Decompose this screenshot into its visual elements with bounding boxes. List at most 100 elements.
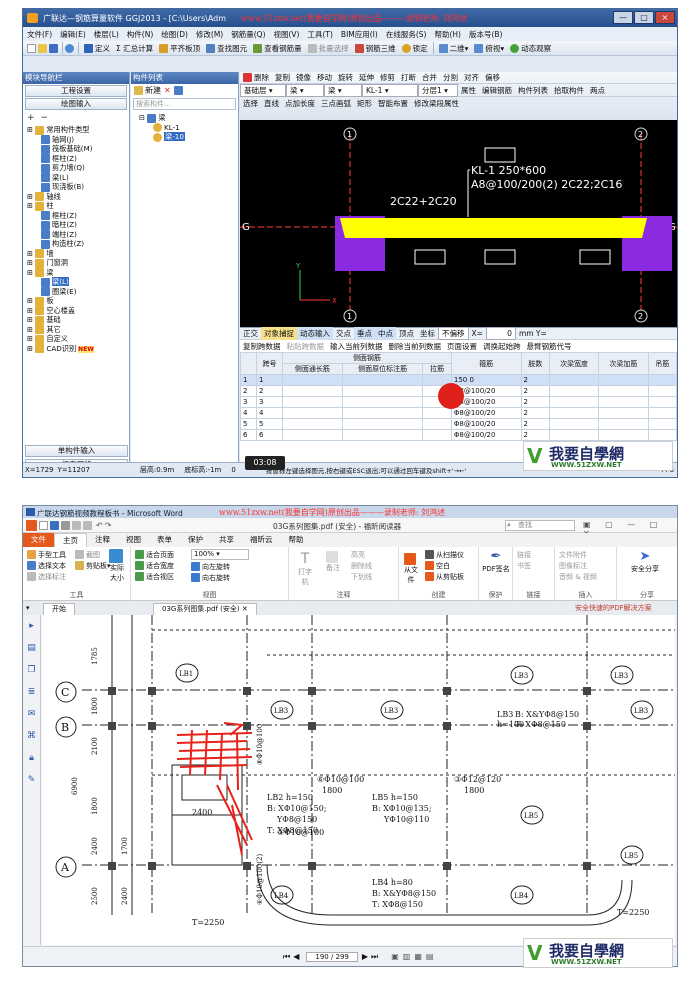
smart-layout-button[interactable]: 智能布置 [375, 97, 411, 110]
two-point-button[interactable]: 两点 [587, 84, 608, 97]
menu-edit[interactable]: 编辑(E) [60, 29, 86, 40]
table-cell[interactable] [548, 407, 600, 419]
expand-icon[interactable]: ⊞ [27, 296, 35, 305]
table-cell[interactable] [341, 385, 424, 397]
tree-folder[interactable]: ⊞ 板 [27, 296, 129, 306]
floor-select[interactable]: 基础层 ▾ [240, 83, 286, 97]
tab-menu-icon[interactable]: ▾ [26, 604, 30, 612]
tab-foxit-cloud[interactable]: 福昕云 [242, 533, 281, 547]
table-cell[interactable]: 1 [256, 374, 283, 386]
table-cell[interactable]: 2 [256, 385, 283, 397]
table-cell[interactable] [341, 374, 424, 386]
table-cell[interactable] [598, 418, 649, 430]
component-search-input[interactable]: 搜索构件... [133, 98, 236, 110]
clipboard-button[interactable]: 剪贴板 ▾ [75, 560, 111, 571]
table-cell[interactable] [598, 407, 649, 419]
expand-icon[interactable]: ⊞ [27, 344, 35, 353]
close-button[interactable]: × [655, 11, 675, 24]
expand-icon[interactable]: ⊞ [27, 315, 35, 324]
typewriter-button[interactable]: T 打字机 [295, 551, 315, 587]
nav-next-last[interactable]: ▶⏭ [362, 952, 381, 962]
tree-item[interactable]: 框柱(Z) [27, 154, 129, 163]
table-cell[interactable] [341, 418, 424, 430]
menu-draw[interactable]: 绘图(D) [161, 29, 188, 40]
tree-folder[interactable]: ⊞ 空心楼盖 [27, 306, 129, 315]
tab-comment[interactable]: 注释 [87, 533, 118, 547]
table-cell[interactable]: 6 [240, 429, 257, 441]
midpoint-snap[interactable]: 中点 [375, 327, 396, 340]
define-button[interactable]: 定义 [81, 42, 113, 55]
table-cell[interactable] [282, 396, 343, 408]
component-tree-root[interactable]: ⊟ 梁 [139, 113, 238, 123]
component-kl1[interactable]: KL-1 [139, 123, 238, 132]
tree-item[interactable]: 轴网(J) [27, 135, 129, 144]
vertex-snap[interactable]: 顶点 [396, 327, 417, 340]
comments-panel-icon[interactable]: ✉ [23, 703, 40, 725]
highlight-button[interactable]: 高亮 [351, 549, 365, 560]
swap-start-span-button[interactable]: 调换起始跨 [480, 340, 524, 353]
tree-item[interactable]: 现浇板(B) [27, 182, 129, 192]
table-row[interactable]: 5 5 Φ8@100/20 2 [240, 418, 678, 430]
table-cell[interactable]: 5 [240, 418, 257, 430]
three-point-arc-button[interactable]: 三点画弧 [318, 97, 354, 110]
table-cell[interactable] [422, 418, 452, 430]
table-cell[interactable] [598, 385, 649, 397]
merge-button[interactable]: 合并 [419, 71, 440, 84]
tree-folder[interactable]: ⊞ CAD识别 NEW [27, 344, 129, 354]
actual-size-button[interactable]: 实际大小 [107, 549, 127, 583]
table-cell[interactable]: 3 [240, 396, 257, 408]
security-banner[interactable]: 安全快速的PDF解决方案 [575, 603, 652, 613]
pages-panel-icon[interactable]: ❐ [23, 659, 40, 681]
input-column-button[interactable]: 输入当前列数据 [327, 340, 386, 353]
tree-item[interactable]: 剪力墙(Q) [27, 163, 129, 173]
table-cell[interactable]: 2 [520, 385, 550, 397]
properties-button[interactable]: 属性 [458, 84, 479, 97]
table-cell[interactable] [548, 429, 600, 441]
tree-folder[interactable]: ⊞ 柱 [27, 201, 129, 211]
cantilever-code-button[interactable]: 悬臂钢筋代号 [524, 340, 575, 353]
rebar-3d-button[interactable]: 钢筋三维 [352, 42, 399, 55]
component-beam10[interactable]: 梁-10 [139, 132, 238, 142]
table-cell[interactable]: 2 [520, 396, 550, 408]
from-file-button[interactable]: 从文件 [403, 553, 419, 585]
undo-icon[interactable]: ↶ [96, 521, 103, 530]
move-button[interactable]: 移动 [314, 71, 335, 84]
line-button[interactable]: 直线 [261, 97, 282, 110]
tab-close-icon[interactable]: ✕ [242, 605, 248, 613]
table-cell[interactable] [548, 418, 600, 430]
lock-button[interactable]: 锁定 [399, 42, 431, 55]
audio-video-button[interactable]: 音频 & 视频 [559, 571, 597, 582]
component-list-button[interactable]: 构件列表 [515, 84, 551, 97]
copy-button[interactable]: 复制 [272, 71, 293, 84]
tree-item[interactable]: 梁(L) [27, 173, 129, 182]
flush-slab-button[interactable]: 平齐板顶 [156, 42, 203, 55]
tree-item[interactable]: 筏板基础(M) [27, 144, 129, 154]
table-cell[interactable] [598, 429, 649, 441]
zoom-select[interactable]: 100% ▾ [191, 549, 249, 560]
delete-button[interactable]: 删除 [240, 71, 272, 84]
expand-icon[interactable]: ⊞ [27, 334, 35, 343]
fit-icon[interactable] [72, 520, 81, 530]
table-cell[interactable]: 2 [520, 407, 550, 419]
table-cell[interactable]: 2 [520, 374, 550, 386]
drawing-input-button[interactable]: 绘图输入 [25, 98, 127, 110]
coordinate-snap[interactable]: 坐标 [417, 327, 438, 340]
fit-page-button[interactable]: 适合页面 [135, 549, 174, 560]
tree-folder[interactable]: ⊞ 常用构件类型 [27, 125, 129, 135]
dynamic-view-button[interactable]: 动态观察 [507, 42, 554, 55]
layer-select[interactable]: 分层1 ▾ [418, 83, 458, 97]
cad-canvas[interactable]: 1 2 1 2 G G KL-1 250*600 A8@100/200(2) 2… [240, 120, 677, 327]
expand-icon[interactable]: ⊞ [27, 306, 35, 315]
table-cell[interactable] [647, 418, 678, 430]
new-file-icon[interactable] [27, 43, 36, 53]
table-cell[interactable]: 5 [256, 418, 283, 430]
copy-span-button[interactable]: 复制跨数据 [240, 340, 284, 353]
redo-icon[interactable]: ↷ [105, 521, 112, 530]
rotate-left-button[interactable]: 向左旋转 [191, 561, 230, 572]
trim-button[interactable]: 修剪 [377, 71, 398, 84]
menu-tools[interactable]: 工具(T) [307, 29, 332, 40]
table-cell[interactable] [341, 407, 424, 419]
tree-folder[interactable]: ⊞ 自定义 [27, 334, 129, 344]
top-view-dropdown[interactable]: 俯视 ▾ [471, 42, 507, 55]
tab-form[interactable]: 表单 [149, 533, 180, 547]
